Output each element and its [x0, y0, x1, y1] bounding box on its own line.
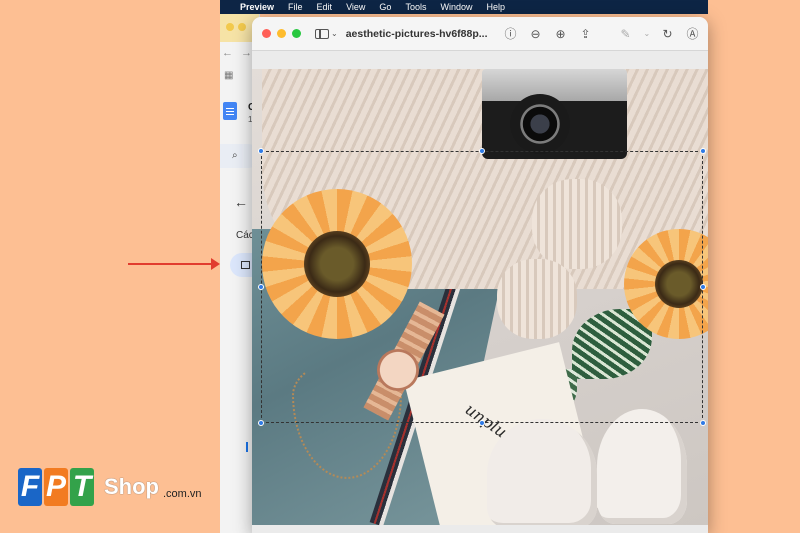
window-controls [262, 29, 301, 38]
menu-tools[interactable]: Tools [405, 2, 426, 12]
document-name[interactable]: aesthetic-pictures-hv6f88p... [346, 28, 488, 40]
menu-window[interactable]: Window [440, 2, 472, 12]
menu-app-name[interactable]: Preview [240, 2, 274, 12]
selection-rectangle[interactable] [258, 148, 706, 426]
aesthetic-photo[interactable]: unplug [252, 69, 708, 525]
logo-letter-f: F [18, 468, 42, 506]
menu-go[interactable]: Go [379, 2, 391, 12]
logo-domain-text: .com.vn [163, 488, 202, 500]
annotate-icon[interactable]: Ⓐ [686, 25, 700, 42]
sidebar-toggle-button[interactable]: ⌄ [315, 28, 338, 39]
selection-handle-left[interactable] [258, 284, 264, 290]
back-icon[interactable]: ← [222, 47, 233, 59]
white-sneaker-2 [597, 409, 687, 524]
red-pointer-arrow [128, 258, 220, 270]
forward-icon[interactable]: → [241, 47, 252, 59]
minimize-button[interactable] [277, 29, 286, 38]
menu-edit[interactable]: Edit [317, 2, 333, 12]
fullscreen-button[interactable] [292, 29, 301, 38]
rotate-icon[interactable]: ↻ [661, 27, 675, 41]
close-button[interactable] [262, 29, 271, 38]
selection-handle-top-left[interactable] [258, 148, 264, 154]
zoom-out-icon[interactable]: ⊖ [529, 27, 543, 41]
selection-handle-right[interactable] [700, 284, 706, 290]
document-outline-icon [241, 261, 250, 269]
selection-handle-bottom-left[interactable] [258, 420, 264, 426]
camera-top-plate [482, 69, 627, 101]
white-sneaker [487, 419, 597, 525]
outline-back-icon[interactable]: ← [234, 194, 248, 210]
browser-window-controls[interactable] [226, 23, 246, 31]
toolbar-tools: ⓘ ⊖ ⊕ ⇪ ✎ ⌄ ↻ Ⓐ ⌕ [504, 25, 709, 42]
chevron-down-icon: ⌄ [331, 29, 338, 38]
sidebar-icon [315, 28, 329, 39]
camera-lens [510, 94, 570, 154]
preview-window: ⌄ aesthetic-pictures-hv6f88p... ⓘ ⊖ ⊕ ⇪ … [252, 17, 708, 533]
apps-grid-icon[interactable]: ▦ [224, 70, 233, 81]
markup-icon[interactable]: ✎ [619, 27, 633, 41]
selection-handle-top[interactable] [479, 148, 485, 154]
markup-chevron-icon[interactable]: ⌄ [644, 29, 651, 38]
info-icon[interactable]: ⓘ [504, 25, 518, 42]
search-icon: ⌕ [232, 150, 238, 161]
fpt-letters: F P T [18, 468, 94, 506]
image-canvas: unplug [252, 51, 708, 533]
menu-view[interactable]: View [346, 2, 365, 12]
zoom-in-icon[interactable]: ⊕ [554, 27, 568, 41]
google-docs-icon [223, 102, 237, 120]
scroll-indicator [246, 442, 248, 452]
logo-shop-text: Shop [104, 474, 159, 499]
menu-file[interactable]: File [288, 2, 303, 12]
selection-handle-bottom-right[interactable] [700, 420, 706, 426]
preview-toolbar: ⌄ aesthetic-pictures-hv6f88p... ⓘ ⊖ ⊕ ⇪ … [252, 17, 708, 51]
menu-bar: Preview File Edit View Go Tools Window H… [220, 0, 708, 14]
logo-letter-t: T [70, 468, 94, 506]
selection-handle-bottom[interactable] [479, 420, 485, 426]
share-icon[interactable]: ⇪ [579, 27, 593, 41]
logo-letter-p: P [44, 468, 68, 506]
fpt-shop-logo: F P T Shop .com.vn [18, 468, 202, 506]
menu-help[interactable]: Help [486, 2, 505, 12]
selection-handle-top-right[interactable] [700, 148, 706, 154]
